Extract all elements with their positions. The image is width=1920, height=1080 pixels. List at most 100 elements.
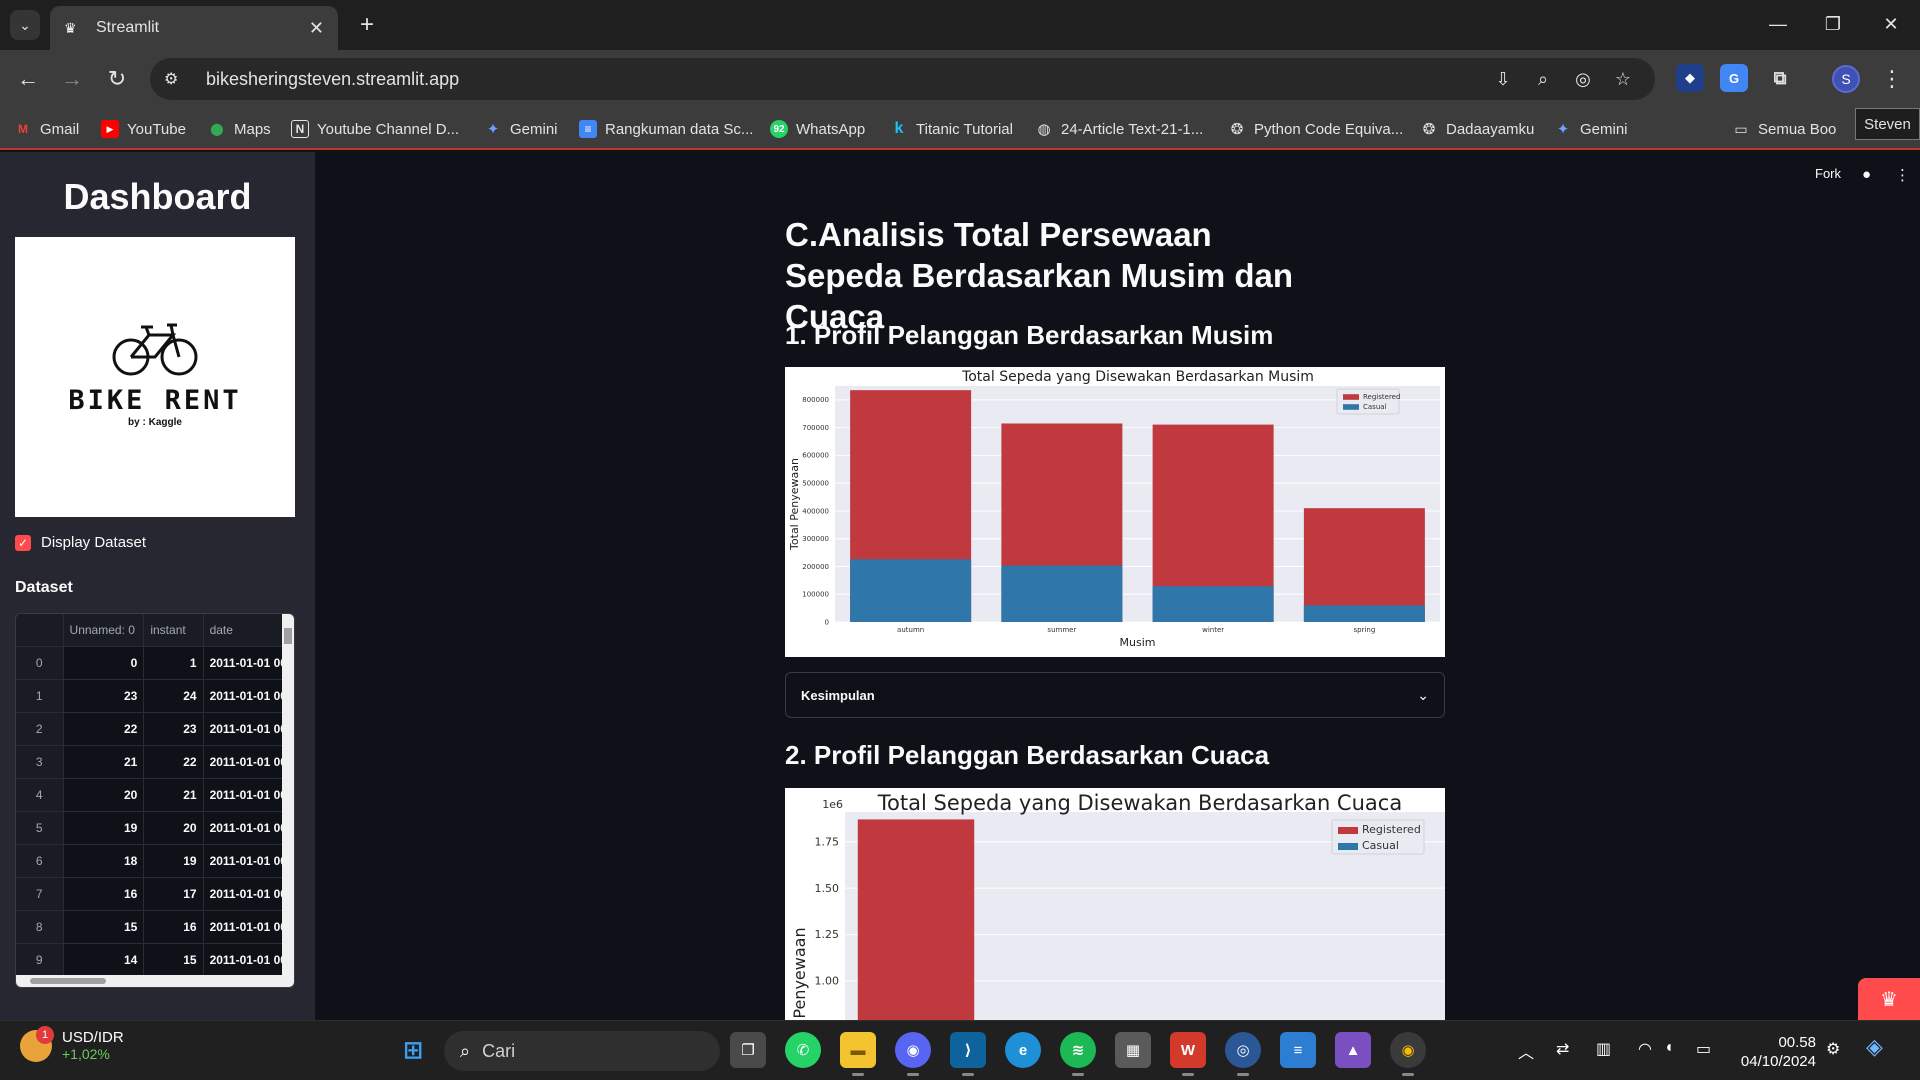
install-app-icon[interactable]: ⇩ — [1490, 66, 1516, 92]
currency-widget[interactable]: 1 USD/IDR +1,02% — [20, 1025, 124, 1062]
table-vertical-scrollbar[interactable] — [282, 614, 294, 977]
photos-icon[interactable]: ▲ — [1335, 1032, 1371, 1068]
fork-button[interactable]: Fork — [1815, 166, 1841, 181]
tab-close-icon[interactable]: ✕ — [309, 18, 324, 39]
taskbar-clock[interactable]: 00.58 04/10/2024 — [1738, 1033, 1816, 1071]
spotify-icon[interactable]: ≋ — [1060, 1032, 1096, 1076]
table-row[interactable]: 1 23 24 2011-01-01 00 — [16, 679, 294, 713]
y-tick-label: 100000 — [802, 591, 829, 599]
extension-icon[interactable]: ◆ — [1676, 64, 1704, 92]
calculator-icon[interactable]: ▦ — [1115, 1032, 1151, 1068]
bookmark-titanic[interactable]: k Titanic Tutorial — [890, 116, 1013, 142]
bookmark-youtube[interactable]: ▶ YouTube — [101, 116, 186, 142]
vscode-icon[interactable]: ⟩ — [950, 1032, 986, 1076]
chrome-icon[interactable]: ◉ — [1390, 1032, 1426, 1076]
table-cell: 22 — [143, 745, 204, 779]
checkbox-checked-icon[interactable]: ✓ — [15, 534, 31, 551]
notification-badge: 1 — [36, 1025, 54, 1044]
taskbar-search[interactable]: ⌕ Cari — [444, 1031, 720, 1071]
bookmark-dadaayamku[interactable]: ❂ Dadaayamku — [1420, 116, 1535, 142]
whatsapp-app-icon[interactable]: ✆ — [785, 1032, 821, 1068]
notepad-icon[interactable]: ≡ — [1280, 1032, 1316, 1068]
url-text[interactable]: bikesheringsteven.streamlit.app — [206, 69, 459, 90]
table-row[interactable]: 4 20 21 2011-01-01 00 — [16, 778, 294, 812]
column-header-instant[interactable]: instant — [143, 614, 204, 647]
minimize-icon[interactable]: — — [1758, 8, 1798, 40]
address-bar[interactable]: ⚙ bikesheringsteven.streamlit.app ⇩ ⌕ ◎ … — [150, 58, 1655, 100]
table-row[interactable]: 8 15 16 2011-01-01 00 — [16, 910, 294, 944]
bookmark-maps[interactable]: ⬤ Maps — [208, 116, 270, 142]
tray-overflow-icon[interactable]: ︿ — [1518, 1039, 1534, 1063]
table-row[interactable]: 9 14 15 2011-01-01 00 — [16, 943, 294, 977]
bookmark-gmail[interactable]: M Gmail — [14, 116, 79, 142]
file-explorer-icon[interactable]: ▬ — [840, 1032, 876, 1076]
table-row[interactable]: 3 21 22 2011-01-01 00 — [16, 745, 294, 779]
y-tick-label: 800000 — [802, 396, 829, 404]
table-row[interactable]: 7 16 17 2011-01-01 00 — [16, 877, 294, 911]
table-row[interactable]: 0 0 1 2011-01-01 00 — [16, 646, 294, 680]
bookmark-label: YouTube — [127, 120, 186, 138]
task-view-icon[interactable]: ❐ — [730, 1032, 766, 1068]
table-cell: 2011-01-01 00 — [203, 910, 294, 944]
currency-coin-icon: 1 — [20, 1025, 54, 1062]
bookmark-whatsapp[interactable]: 92 WhatsApp — [770, 116, 865, 142]
table-horizontal-scrollbar[interactable] — [16, 975, 294, 987]
bookmark-youtube-channel[interactable]: N Youtube Channel D... — [291, 116, 459, 142]
table-cell: 19 — [143, 844, 204, 878]
discord-icon[interactable]: ◉ — [895, 1032, 931, 1076]
column-header-index[interactable] — [16, 614, 64, 647]
bookmark-gemini[interactable]: ✦ Gemini — [484, 116, 558, 142]
wifi-icon[interactable]: ◠ — [1638, 1039, 1652, 1059]
bookmark-rangkuman[interactable]: ≡ Rangkuman data Sc... — [579, 116, 753, 142]
main-content: Fork ● ⋮ C.Analisis Total Persewaan Sepe… — [315, 152, 1920, 1020]
bookmark-star-icon[interactable]: ☆ — [1610, 66, 1636, 92]
bike-rent-logo: BIKE RENT by : Kaggle — [15, 237, 295, 517]
column-header-date[interactable]: date — [203, 614, 294, 647]
app-circle-icon[interactable]: ◎ — [1225, 1032, 1261, 1076]
table-row[interactable]: 6 18 19 2011-01-01 00 — [16, 844, 294, 878]
edge-icon[interactable]: e — [1005, 1032, 1041, 1068]
github-icon[interactable]: ● — [1862, 166, 1871, 183]
app-menu-icon[interactable]: ⋮ — [1895, 166, 1910, 184]
subheader-musim: 1. Profil Pelanggan Berdasarkan Musim — [785, 320, 1274, 350]
new-tab-icon[interactable]: + — [352, 10, 382, 40]
y-tick-label: 700000 — [802, 424, 829, 432]
search-icon: ⌕ — [460, 1040, 471, 1061]
reload-icon[interactable]: ↻ — [102, 64, 132, 94]
volume-icon[interactable]: ◖ — [1664, 1039, 1674, 1057]
table-row[interactable]: 2 22 23 2011-01-01 00 — [16, 712, 294, 746]
translate-icon[interactable]: G — [1720, 64, 1748, 92]
bookmark-python-code[interactable]: ❂ Python Code Equiva... — [1228, 116, 1404, 142]
notification-gear-icon[interactable]: ⚙ — [1826, 1039, 1840, 1059]
sidebar: Dashboard BIKE RENT by : Kaggle ✓ Displa… — [0, 152, 315, 1020]
wps-office-icon[interactable]: W — [1170, 1032, 1206, 1076]
bookmark-all-folder[interactable]: ▭ Semua Boo — [1732, 116, 1857, 142]
windows-start-icon[interactable]: ⊞ — [395, 1032, 431, 1068]
copilot-icon[interactable]: ◈ — [1866, 1034, 1883, 1060]
extensions-puzzle-icon[interactable]: ⧉ — [1766, 64, 1794, 92]
table-row[interactable]: 5 19 20 2011-01-01 00 — [16, 811, 294, 845]
tray-settings-icon[interactable]: ⇄ — [1556, 1039, 1569, 1059]
display-dataset-checkbox[interactable]: ✓ Display Dataset — [15, 534, 146, 551]
bookmark-label: WhatsApp — [796, 120, 866, 138]
zoom-icon[interactable]: ⌕ — [1530, 66, 1556, 92]
forward-icon[interactable]: → — [57, 64, 87, 94]
table-cell: 2011-01-01 00 — [203, 646, 294, 680]
window-close-icon[interactable]: ✕ — [1871, 8, 1911, 40]
kesimpulan-expander[interactable]: Kesimpulan ⌄ — [785, 672, 1445, 718]
dataset-table[interactable]: Unnamed: 0 instant date 0 0 1 2011-01-01 00… — [15, 613, 295, 988]
tab-search-icon[interactable]: ⌄ — [10, 10, 40, 40]
bookmark-article[interactable]: ◍ 24-Article Text-21-1... — [1035, 116, 1203, 142]
browser-menu-icon[interactable]: ⋮ — [1877, 64, 1907, 94]
browser-tab-streamlit[interactable]: ♛ Streamlit ✕ — [50, 6, 338, 50]
tray-app-icon[interactable]: ▥ — [1596, 1039, 1611, 1059]
profile-avatar[interactable]: S — [1832, 65, 1860, 93]
streamlit-crown-icon[interactable]: ♛ — [1858, 978, 1920, 1020]
back-icon[interactable]: ← — [13, 64, 43, 94]
restore-icon[interactable]: ❐ — [1813, 8, 1853, 40]
site-info-icon[interactable]: ⚙ — [164, 69, 194, 89]
battery-icon[interactable]: ▭ — [1696, 1039, 1711, 1059]
column-header-unnamed[interactable]: Unnamed: 0 — [63, 614, 145, 647]
bookmark-gemini-2[interactable]: ✦ Gemini — [1554, 116, 1628, 142]
tracking-protection-icon[interactable]: ◎ — [1570, 66, 1596, 92]
